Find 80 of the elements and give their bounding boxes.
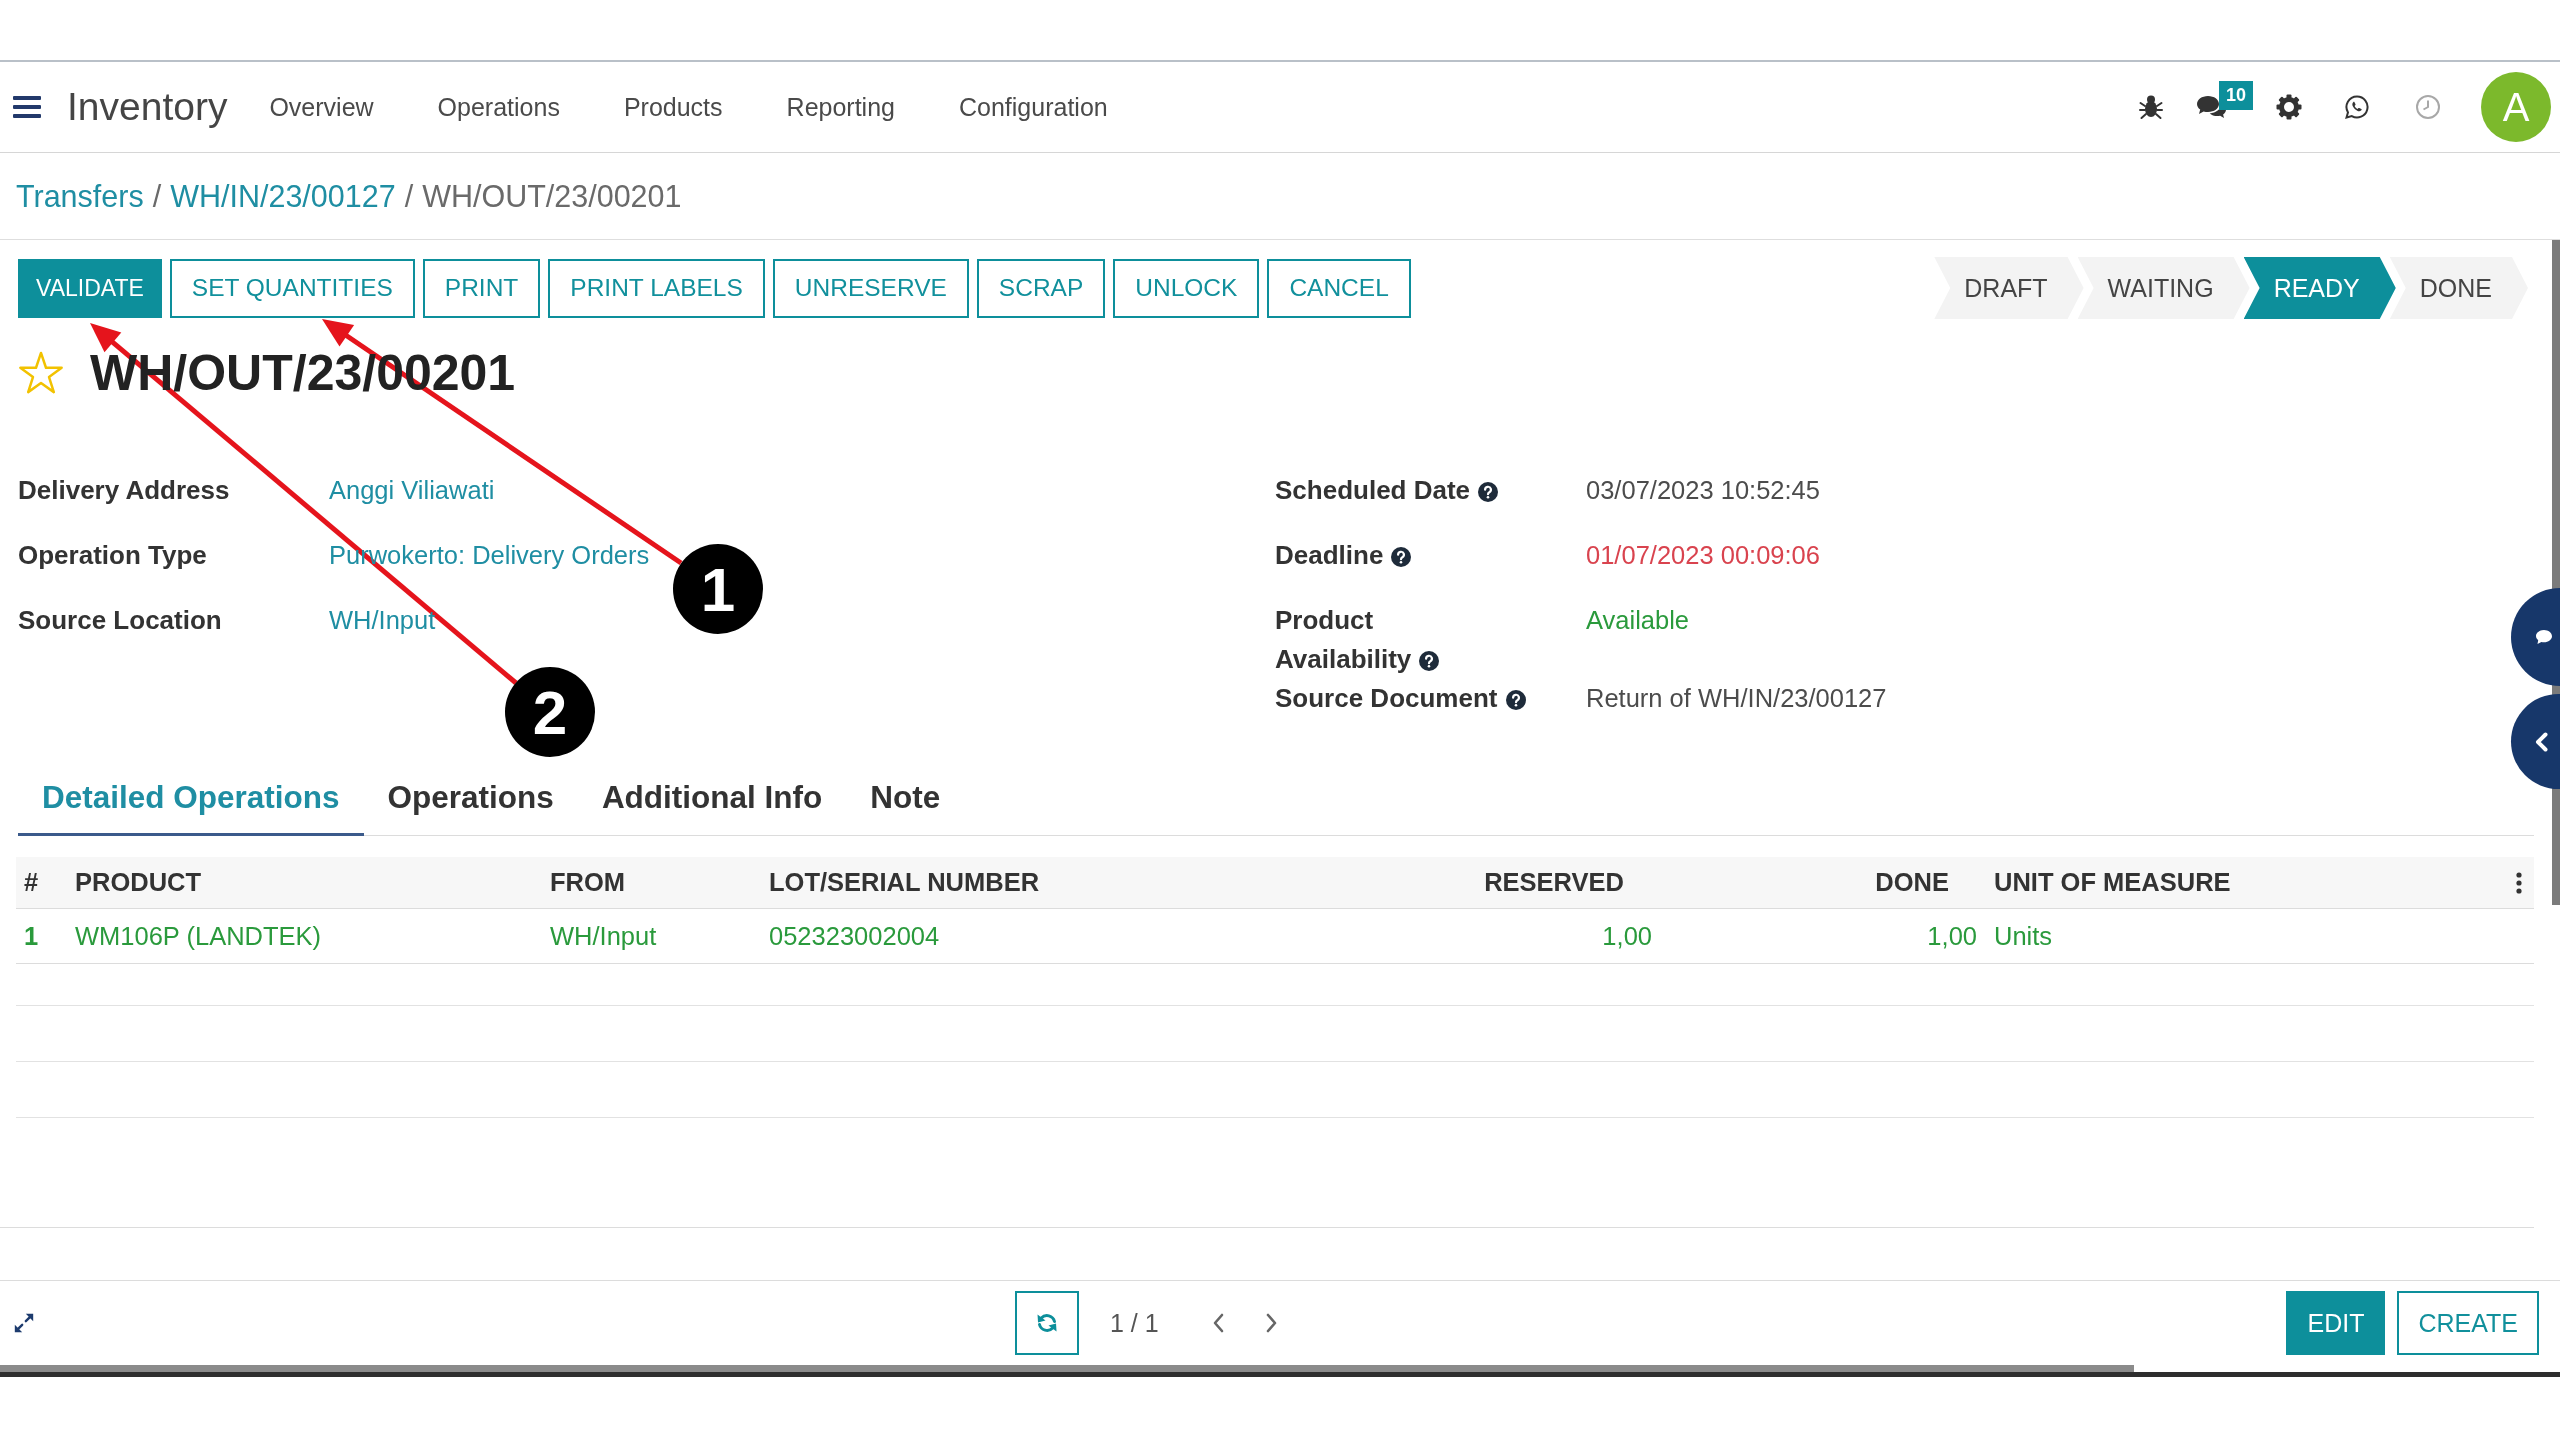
app-name[interactable]: Inventory [67, 85, 228, 129]
action-button[interactable]: SCRAP [976, 258, 1106, 318]
field-label: Source Location [18, 605, 222, 635]
table-cell: WM106P (LANDTEK) [75, 921, 322, 951]
column-header[interactable]: # [24, 868, 39, 897]
refresh-icon [1035, 1311, 1059, 1335]
table-cell: 1,00 [1602, 921, 1652, 951]
field-label: Product Availability [1275, 605, 1412, 674]
menu-item[interactable]: Overview [269, 92, 374, 122]
tab[interactable]: Operations [363, 759, 578, 836]
breadcrumb-link[interactable]: Transfers [16, 178, 144, 214]
star-icon[interactable] [18, 351, 64, 395]
action-button[interactable]: CANCEL [1267, 258, 1411, 318]
field-link[interactable]: Anggi Viliawati [329, 471, 495, 510]
tab[interactable]: Detailed Operations [18, 759, 364, 836]
column-header[interactable]: LOT/SERIAL NUMBER [769, 868, 1040, 897]
create-button[interactable]: CREATE [2397, 1291, 2539, 1355]
table-cell: WH/Input [550, 921, 657, 951]
action-button[interactable]: UNRESERVE [772, 258, 969, 318]
menu-item[interactable]: Products [623, 92, 723, 122]
action-button[interactable]: SET QUANTITIES [169, 258, 415, 318]
callout-number: 1 [673, 544, 763, 634]
column-header[interactable]: PRODUCT [75, 868, 202, 897]
refresh-button[interactable] [1015, 1291, 1079, 1355]
table-cell: 1 [24, 921, 39, 951]
table-cell: Units [1994, 921, 2053, 951]
chat-bubble-icon [2535, 629, 2553, 645]
menu-item[interactable]: Reporting [786, 92, 895, 122]
menu-item[interactable]: Operations [437, 92, 560, 122]
breadcrumb-separator: / [152, 178, 162, 214]
action-button[interactable]: PRINT LABELS [548, 258, 765, 318]
pager-value[interactable]: 1 / 1 [1110, 1308, 1159, 1338]
edit-button[interactable]: EDIT [2286, 1291, 2386, 1355]
vertical-dots-icon[interactable] [2516, 871, 2522, 894]
breadcrumb-link[interactable]: WH/IN/23/00127 [170, 178, 396, 214]
action-button[interactable]: PRINT [422, 258, 541, 318]
tab[interactable]: Additional Info [577, 759, 847, 836]
status-step[interactable]: DONE [2389, 257, 2528, 319]
settings-icon[interactable] [2276, 94, 2302, 120]
help-icon[interactable] [1505, 690, 1526, 710]
table-cell: 052323002004 [769, 921, 940, 951]
column-header[interactable]: RESERVED [1484, 868, 1624, 897]
help-icon[interactable] [1419, 651, 1440, 671]
breadcrumb-separator: / [404, 178, 414, 214]
field-label: Scheduled Date [1275, 475, 1471, 505]
column-header[interactable]: UNIT OF MEASURE [1994, 868, 2231, 897]
chevron-right-icon[interactable] [1265, 1312, 1278, 1334]
help-icon[interactable] [1478, 482, 1499, 502]
horizontal-scrollbar[interactable] [0, 1365, 2560, 1377]
phone-chat-icon[interactable] [2344, 94, 2370, 120]
scrollbar-thumb[interactable] [0, 1365, 2134, 1372]
status-step[interactable]: WAITING [2077, 257, 2250, 319]
field-value: 03/07/2023 10:52:45 [1586, 475, 1820, 506]
menu-icon[interactable] [13, 96, 41, 118]
menu-item[interactable]: Configuration [959, 92, 1108, 122]
status-step[interactable]: DRAFT [1934, 257, 2084, 319]
chevron-left-icon [2535, 731, 2548, 752]
field-value: Available [1586, 605, 1690, 636]
action-button[interactable]: UNLOCK [1113, 258, 1260, 318]
field-label: Source Document [1275, 683, 1498, 713]
notification-badge: 10 [2219, 81, 2253, 110]
field-label: Delivery Address [18, 475, 230, 505]
callout-number: 2 [505, 667, 595, 757]
column-header[interactable]: FROM [550, 868, 626, 897]
help-icon[interactable] [1391, 547, 1412, 567]
field-label: Operation Type [18, 540, 207, 570]
bug-icon[interactable] [2139, 94, 2163, 120]
tab[interactable]: Note [846, 759, 965, 836]
field-value: 01/07/2023 00:09:06 [1586, 540, 1820, 571]
field-link[interactable]: WH/Input [329, 601, 436, 640]
table-cell: 1,00 [1927, 921, 1977, 951]
field-value: Return of WH/IN/23/00127 [1586, 683, 1887, 714]
chat-icon[interactable] [2196, 94, 2226, 120]
column-header[interactable]: DONE [1875, 868, 1949, 897]
breadcrumb-current: WH/OUT/23/00201 [422, 178, 682, 214]
field-label: Deadline [1275, 540, 1384, 570]
chevron-left-icon[interactable] [1211, 1312, 1224, 1334]
status-step[interactable]: READY [2243, 257, 2396, 319]
primary-button[interactable]: VALIDATE [18, 258, 162, 318]
expand-icon[interactable] [13, 1312, 35, 1334]
